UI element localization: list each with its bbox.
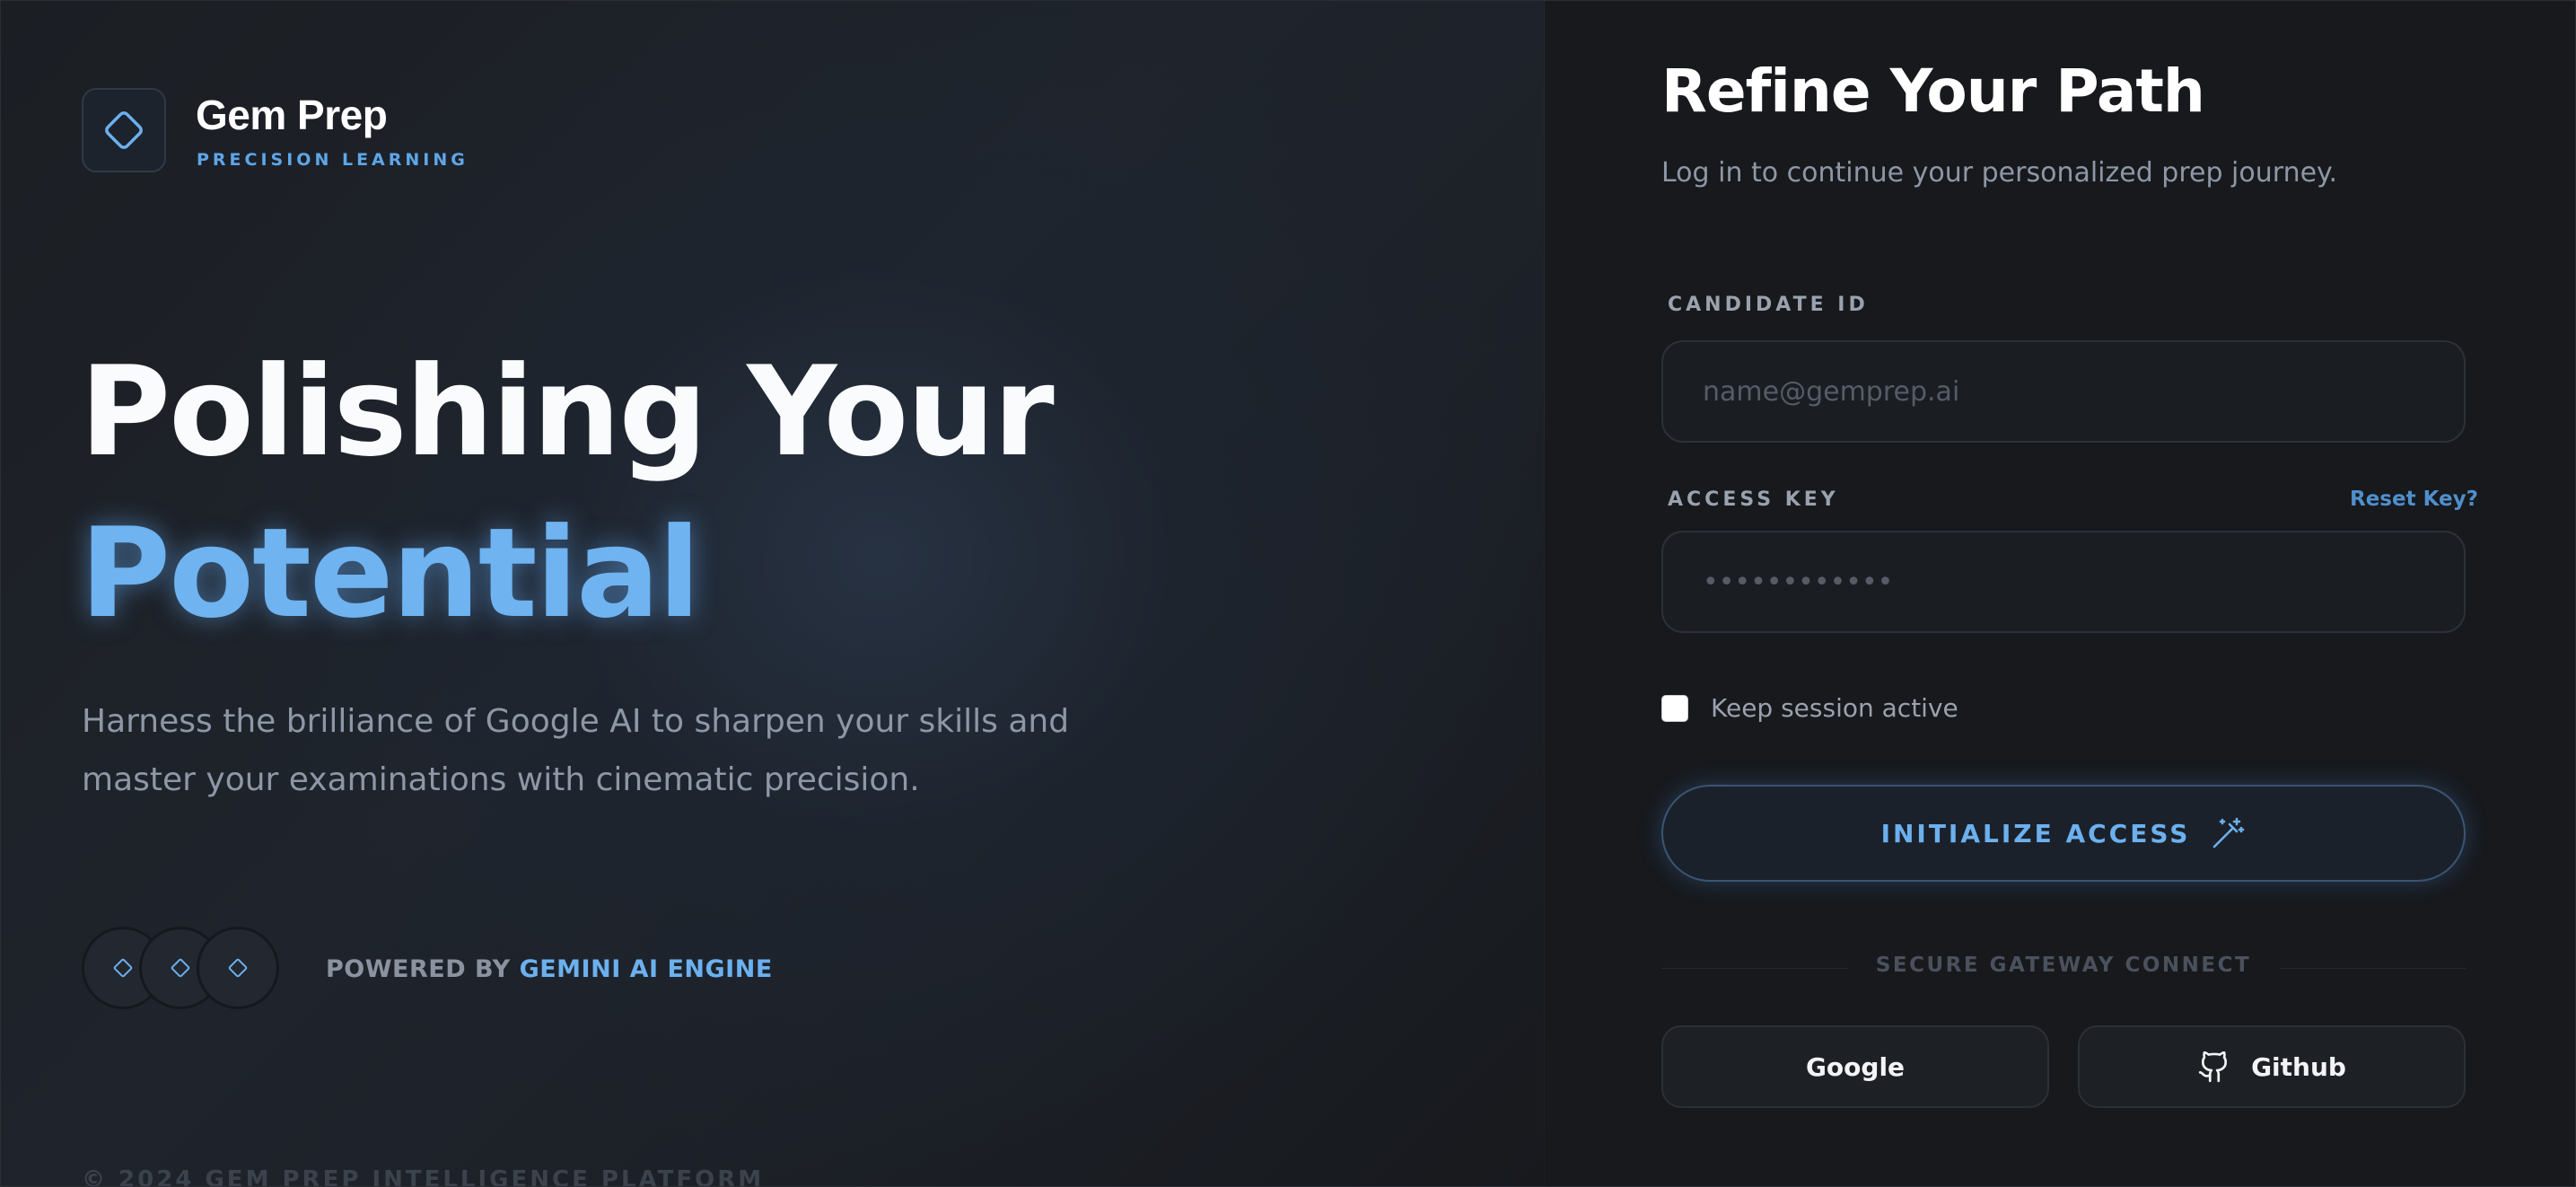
hero-panel: Gem Prep PRECISION LEARNING Polishing Yo… [1,1,1545,1186]
login-panel: Refine Your Path Log in to continue your… [1545,1,2575,1186]
access-key-label: ACCESS KEY [1668,488,1839,511]
reset-key-link[interactable]: Reset Key? [2350,488,2478,511]
avatar [197,927,279,1009]
copyright-text: © 2024 GEM PREP INTELLIGENCE PLATFORM [82,1166,765,1187]
powered-by-prefix: POWERED BY [326,955,511,983]
diamond-icon [171,958,190,978]
hero-description: Harness the brilliance of Google AI to s… [82,703,1070,798]
avatar-stack [82,927,288,1013]
login-page: Gem Prep PRECISION LEARNING Polishing Yo… [0,0,2576,1187]
access-key-field [1661,531,2466,633]
secure-gateway-divider: SECURE GATEWAY CONNECT [1661,954,2466,977]
powered-by-text: POWERED BY GEMINI AI ENGINE [326,955,773,983]
brand-name: Gem Prep [196,92,388,138]
google-login-button[interactable]: Google [1661,1025,2049,1108]
initialize-access-label: INITIALIZE ACCESS [1880,818,2191,848]
magic-wand-icon [2213,817,2245,848]
login-title: Refine Your Path [1661,57,2205,126]
github-login-button[interactable]: Github [2078,1025,2466,1108]
access-key-input[interactable] [1701,565,2464,599]
candidate-id-input[interactable] [1701,374,2464,409]
hero-headline-line2: Potential [80,501,700,646]
github-login-label: Github [2251,1051,2346,1082]
brand-logo [82,88,166,172]
diamond-icon [105,111,143,149]
keep-session-checkbox[interactable] [1661,695,1688,722]
powered-by-engine: GEMINI AI ENGINE [519,955,773,983]
login-subtitle: Log in to continue your personalized pre… [1661,157,2338,189]
diamond-icon [113,958,133,978]
candidate-id-label: CANDIDATE ID [1668,294,1869,316]
brand-tagline: PRECISION LEARNING [197,150,469,170]
github-icon [2198,1051,2228,1083]
divider-text: SECURE GATEWAY CONNECT [1846,954,2281,977]
diamond-icon [228,958,248,978]
initialize-access-button[interactable]: INITIALIZE ACCESS [1661,785,2466,882]
candidate-id-field [1661,340,2466,443]
google-login-label: Google [1805,1051,1906,1082]
hero-headline-line1: Polishing Your [80,339,1055,484]
keep-session-label[interactable]: Keep session active [1711,693,1958,723]
